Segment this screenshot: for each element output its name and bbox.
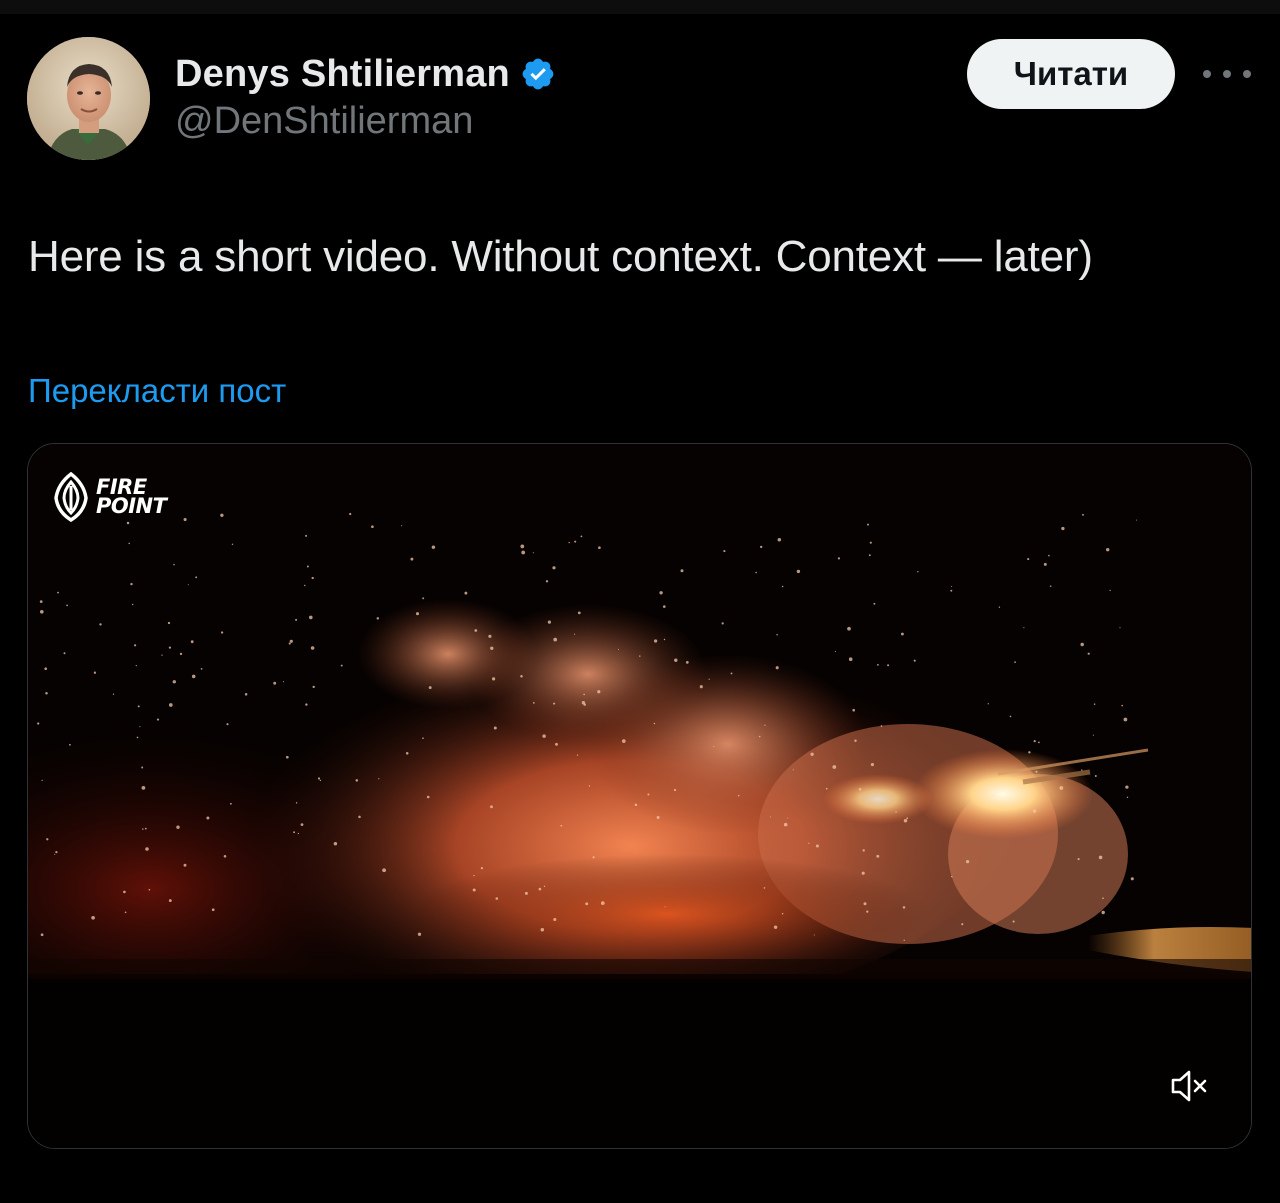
follow-button[interactable]: Читати bbox=[967, 39, 1175, 109]
more-horizontal-icon bbox=[1223, 70, 1231, 78]
verified-badge-icon bbox=[520, 56, 556, 92]
author-name-row[interactable]: Denys Shtilierman bbox=[175, 50, 556, 98]
author-display-name[interactable]: Denys Shtilierman bbox=[175, 53, 510, 96]
fire-point-logo: FIRE POINT bbox=[50, 472, 167, 522]
video-frame bbox=[28, 444, 1251, 1148]
more-horizontal-icon bbox=[1243, 70, 1251, 78]
post-text: Here is a short video. Without context. … bbox=[28, 232, 1093, 281]
user-avatar-photo bbox=[27, 37, 150, 160]
avatar[interactable] bbox=[27, 37, 150, 160]
watermark-line-2: POINT bbox=[96, 494, 167, 518]
translate-post-link[interactable]: Перекласти пост bbox=[28, 372, 286, 410]
more-horizontal-icon bbox=[1203, 70, 1211, 78]
author-handle[interactable]: @DenShtilierman bbox=[175, 100, 473, 143]
video-player[interactable]: FIRE POINT bbox=[27, 443, 1252, 1149]
fire-point-emblem-icon bbox=[54, 472, 88, 522]
more-options-button[interactable] bbox=[1203, 60, 1251, 88]
mute-toggle-button[interactable] bbox=[1168, 1064, 1212, 1108]
volume-muted-icon bbox=[1171, 1070, 1207, 1102]
status-strip bbox=[0, 0, 1280, 14]
